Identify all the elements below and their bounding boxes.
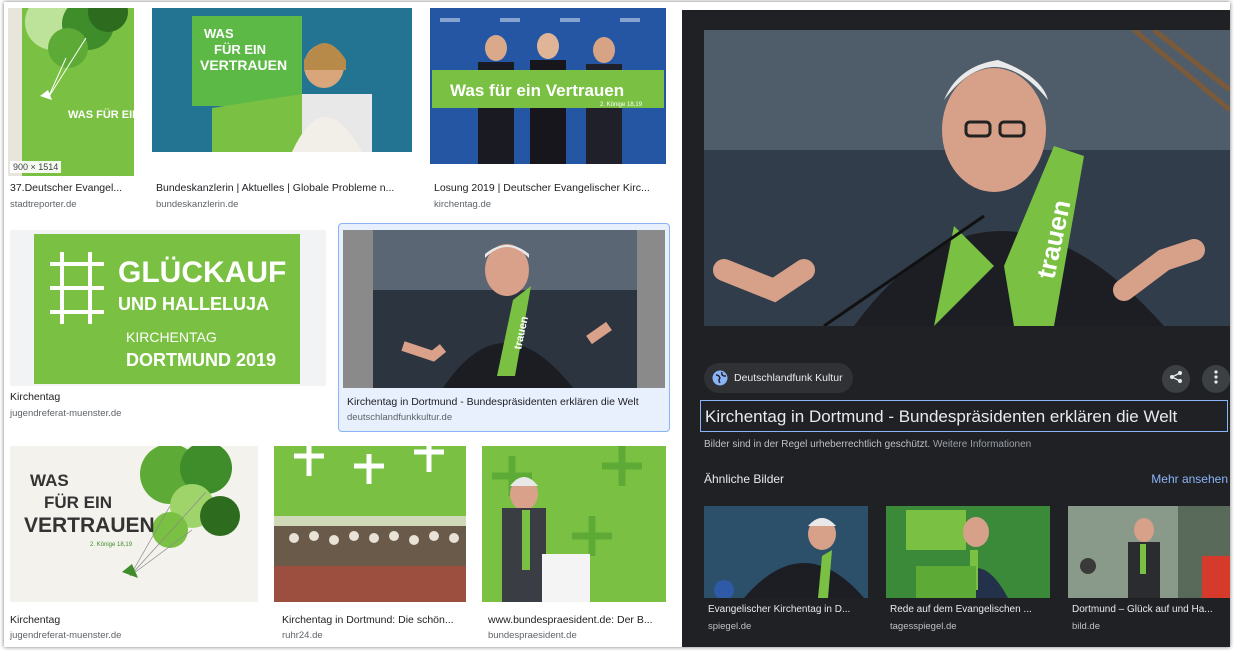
svg-text:GLÜCKAUF: GLÜCKAUF: [118, 256, 286, 289]
share-icon: [1169, 370, 1183, 389]
poster-title-text: WAS FÜR EIN VERTRAUEN: [68, 108, 134, 121]
result-card[interactable]: Kirchentag in Dortmund: Die schön... ruh…: [274, 440, 466, 645]
poster-image: WAS FÜR EIN VERTRAUEN: [8, 8, 134, 176]
image-preview-panel: × trauen: [682, 10, 1230, 647]
preview-image[interactable]: trauen: [704, 30, 1230, 326]
result-thumbnail[interactable]: [274, 446, 466, 602]
vertrauen-poster: WAS FÜR EIN VERTRAUEN 2. Könige 18,19: [10, 446, 258, 602]
speaker-photo: WAS FÜR EIN VERTRAUEN: [152, 8, 412, 152]
result-thumbnail[interactable]: WAS FÜR EIN VERTRAUEN 2. Könige 18,19: [10, 446, 258, 602]
similar-source[interactable]: bild.de: [1072, 621, 1100, 632]
steinmeier-photo: trauen: [373, 230, 637, 388]
result-card[interactable]: Was für ein Vertrauen 2. Könige 18,19 Lo…: [430, 2, 666, 217]
result-card[interactable]: GLÜCKAUF UND HALLELUJA KIRCHENTAG DORTMU…: [4, 224, 326, 430]
browser-frame: WAS FÜR EIN VERTRAUEN 900 × 1514 37.Deut…: [4, 2, 1230, 647]
result-caption[interactable]: Kirchentag: [10, 614, 60, 626]
result-source[interactable]: bundeskanzlerin.de: [156, 199, 238, 210]
svg-text:VERTRAUEN: VERTRAUEN: [200, 57, 287, 73]
result-source[interactable]: jugendreferat-muenster.de: [10, 630, 121, 641]
image-dimensions: 900 × 1514: [10, 161, 62, 173]
result-source[interactable]: bundespraesident.de: [488, 630, 577, 641]
similar-caption[interactable]: Dortmund – Glück auf und Ha...: [1072, 604, 1228, 615]
result-thumbnail[interactable]: trauen: [343, 230, 665, 388]
result-card[interactable]: www.bundespraesident.de: Der B... bundes…: [482, 440, 666, 645]
preview-title[interactable]: Kirchentag in Dortmund - Bundespräsident…: [700, 400, 1228, 432]
share-button[interactable]: [1162, 365, 1190, 393]
result-card[interactable]: WAS FÜR EIN VERTRAUEN Bundeskanzlerin | …: [152, 2, 412, 217]
result-thumbnail[interactable]: [482, 446, 666, 602]
result-caption[interactable]: Losung 2019 | Deutscher Evangelischer Ki…: [434, 182, 664, 194]
similar-caption[interactable]: Rede auf dem Evangelischen ...: [890, 604, 1054, 615]
result-caption[interactable]: Bundeskanzlerin | Aktuelles | Globale Pr…: [156, 182, 408, 194]
result-source[interactable]: stadtreporter.de: [10, 199, 77, 210]
svg-text:FÜR EIN: FÜR EIN: [214, 42, 266, 57]
result-source[interactable]: jugendreferat-muenster.de: [10, 408, 121, 419]
source-chip[interactable]: Deutschlandfunk Kultur: [704, 363, 853, 393]
similar-caption[interactable]: Evangelischer Kirchentag in D...: [708, 604, 872, 615]
globe-icon: [712, 370, 728, 386]
similar-image[interactable]: [886, 506, 1050, 598]
svg-text:2. Könige 18,19: 2. Könige 18,19: [90, 542, 133, 548]
svg-text:WAS: WAS: [30, 471, 69, 490]
result-caption[interactable]: 37.Deutscher Evangel...: [10, 182, 132, 194]
see-more-link[interactable]: Mehr ansehen: [1151, 472, 1228, 486]
podium-photo: [482, 446, 666, 602]
glueckauf-graphic: GLÜCKAUF UND HALLELUJA KIRCHENTAG DORTMU…: [34, 234, 300, 384]
result-card[interactable]: WAS FÜR EIN VERTRAUEN 900 × 1514 37.Deut…: [4, 2, 134, 217]
svg-text:KIRCHENTAG: KIRCHENTAG: [126, 329, 217, 345]
similar-source[interactable]: spiegel.de: [708, 621, 751, 632]
selected-result-card[interactable]: trauen Kirchentag in Dortmund - Bundespr…: [338, 223, 670, 432]
result-caption[interactable]: Kirchentag in Dortmund - Bundespräsident…: [347, 396, 663, 408]
banner-text: Was für ein Vertrauen: [450, 81, 624, 100]
result-caption[interactable]: www.bundespraesident.de: Der B...: [488, 614, 664, 626]
result-thumbnail[interactable]: Was für ein Vertrauen 2. Könige 18,19: [430, 8, 666, 164]
more-vert-icon: [1214, 369, 1218, 389]
result-source[interactable]: deutschlandfunkkultur.de: [347, 412, 452, 423]
similar-images-heading: Ähnliche Bilder: [704, 472, 785, 486]
more-info-link[interactable]: Weitere Informationen: [933, 439, 1031, 450]
copyright-notice: Bilder sind in der Regel urheberrechtlic…: [704, 439, 1032, 450]
result-source[interactable]: ruhr24.de: [282, 630, 323, 641]
similar-source[interactable]: tagesspiegel.de: [890, 621, 957, 632]
result-caption[interactable]: Kirchentag: [10, 391, 60, 403]
result-thumbnail[interactable]: WAS FÜR EIN VERTRAUEN: [8, 8, 134, 176]
similar-image[interactable]: [1068, 506, 1230, 598]
result-source[interactable]: kirchentag.de: [434, 199, 491, 210]
svg-text:VERTRAUEN: VERTRAUEN: [24, 514, 155, 537]
banner-photo: Was für ein Vertrauen 2. Könige 18,19: [430, 8, 666, 164]
more-options-button[interactable]: [1202, 365, 1230, 393]
svg-text:WAS: WAS: [204, 26, 234, 41]
svg-text:2. Könige 18,19: 2. Könige 18,19: [600, 102, 643, 108]
svg-text:FÜR EIN: FÜR EIN: [44, 493, 112, 512]
svg-text:DORTMUND 2019: DORTMUND 2019: [126, 350, 276, 370]
result-card[interactable]: WAS FÜR EIN VERTRAUEN 2. Könige 18,19 Ki…: [4, 440, 258, 645]
result-thumbnail[interactable]: GLÜCKAUF UND HALLELUJA KIRCHENTAG DORTMU…: [10, 230, 326, 386]
result-thumbnail[interactable]: WAS FÜR EIN VERTRAUEN: [152, 8, 412, 152]
choir-photo: [274, 446, 466, 602]
result-caption[interactable]: Kirchentag in Dortmund: Die schön...: [282, 614, 462, 626]
similar-image[interactable]: [704, 506, 868, 598]
source-chip-label: Deutschlandfunk Kultur: [734, 372, 843, 384]
svg-text:UND HALLELUJA: UND HALLELUJA: [118, 294, 269, 314]
